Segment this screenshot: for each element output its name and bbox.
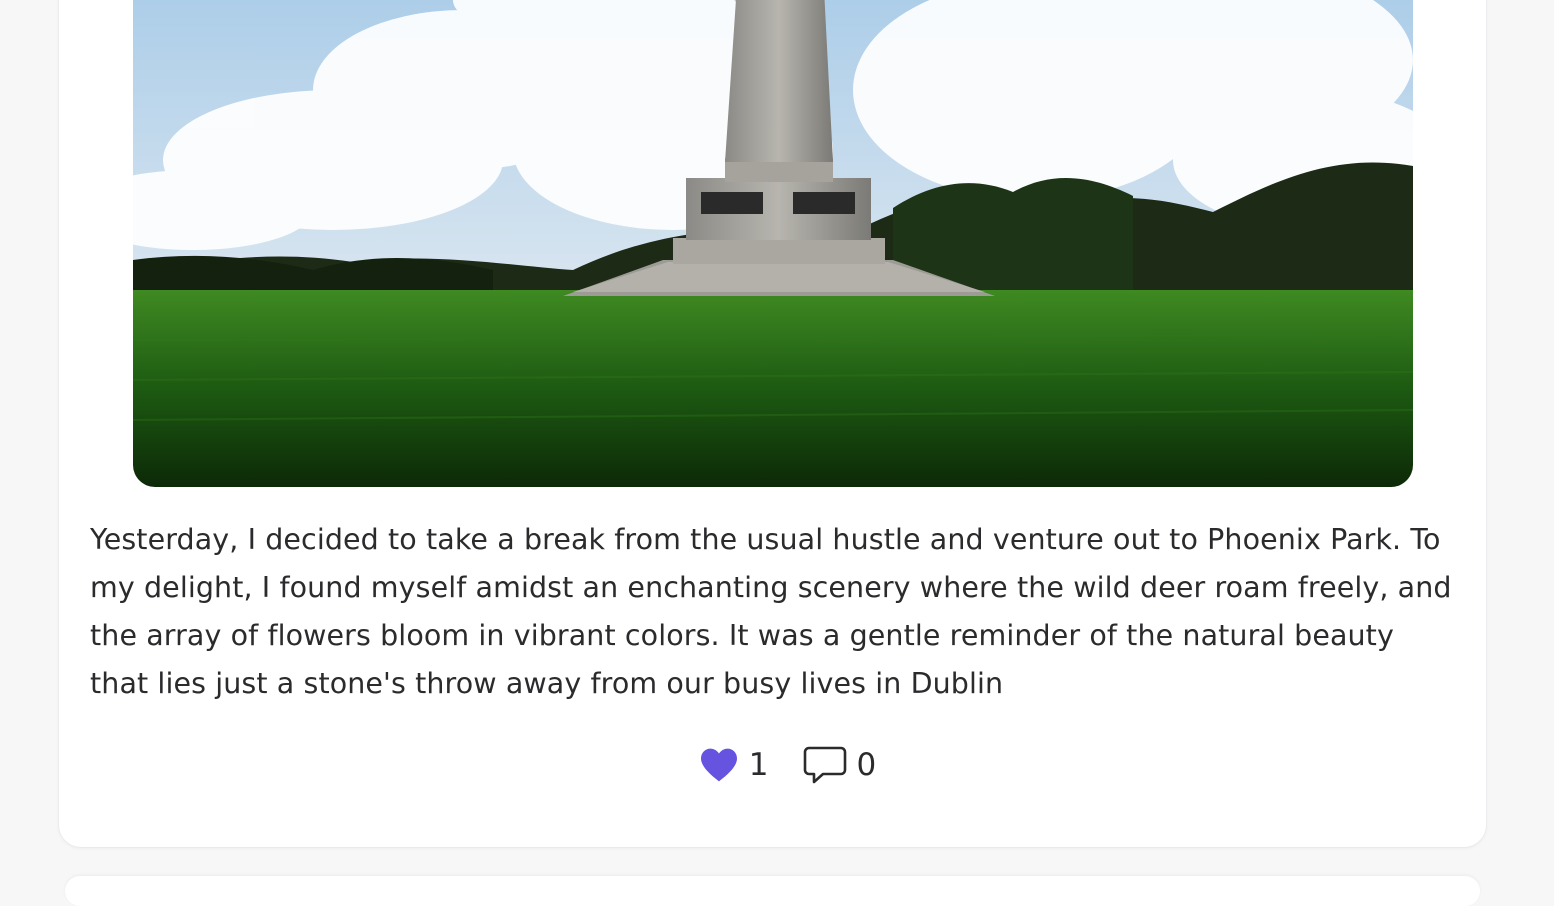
heart-icon bbox=[699, 747, 739, 783]
post-image[interactable] bbox=[133, 0, 1413, 487]
speech-bubble-icon bbox=[803, 745, 847, 785]
next-post-card bbox=[65, 876, 1480, 906]
post-actions: 1 0 bbox=[59, 745, 1486, 785]
post-card: Yesterday, I decided to take a break fro… bbox=[59, 0, 1486, 847]
post-text: Yesterday, I decided to take a break fro… bbox=[90, 523, 1452, 700]
like-count: 1 bbox=[748, 747, 769, 783]
like-button[interactable]: 1 bbox=[699, 747, 769, 783]
comment-button[interactable]: 0 bbox=[803, 745, 877, 785]
comment-count: 0 bbox=[856, 747, 877, 783]
